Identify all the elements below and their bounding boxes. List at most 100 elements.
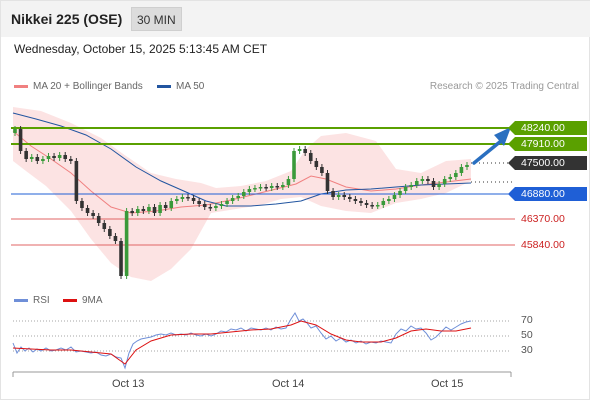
candle-body (437, 184, 441, 187)
candle-body (264, 187, 268, 189)
candle-body (303, 149, 307, 153)
rsi-tick-50: 50 (521, 329, 533, 341)
candle-body (96, 216, 101, 223)
candle-body (281, 185, 285, 187)
rsi-tick-30: 30 (521, 344, 533, 356)
candle-body (147, 207, 151, 211)
candle-body (57, 155, 62, 158)
candle-body (364, 203, 369, 205)
candle-body (113, 236, 118, 241)
rsi-label: RSI (33, 295, 50, 306)
date-label-oct15: Oct 15 (431, 378, 464, 390)
candle-body (85, 208, 90, 213)
candle-body (208, 207, 213, 209)
candle-body (130, 211, 134, 213)
candle-body (152, 207, 157, 213)
candle-body (275, 186, 280, 188)
rsi-legend: RSI (14, 295, 50, 306)
rsi-line (12, 312, 472, 370)
candle-body (308, 153, 313, 161)
candle-body (18, 129, 23, 151)
resistance-1-tag: 47910.00 (508, 137, 587, 151)
candle-body (225, 201, 229, 204)
candle-body (13, 129, 17, 133)
candle-body (63, 155, 68, 159)
candle-body (29, 157, 34, 159)
candle-body (459, 167, 464, 173)
candle-body (247, 189, 252, 192)
candle-body (186, 197, 190, 199)
candle-body (353, 199, 358, 201)
candle-body (292, 151, 296, 179)
candle-body (331, 191, 335, 197)
candle-body (102, 223, 107, 229)
candle-body (80, 201, 84, 208)
candle-body (35, 157, 40, 161)
candle-body (286, 179, 291, 185)
candle-body (141, 209, 146, 211)
candle-body (91, 213, 95, 216)
candle-body (320, 167, 324, 173)
candle-body (191, 198, 196, 201)
date-label-oct14: Oct 14 (272, 378, 305, 390)
candle-body (163, 205, 168, 208)
candle-body (180, 197, 185, 199)
candle-body (197, 201, 201, 204)
date-label-oct13: Oct 13 (112, 378, 145, 390)
candle-body (420, 179, 425, 181)
candle-body (236, 196, 241, 198)
candle-body (448, 177, 453, 179)
rsi-swatch (14, 299, 28, 302)
candle-body (442, 179, 447, 184)
candle-body (387, 199, 391, 201)
candle-body (297, 149, 302, 151)
last-price-tag: 47500.00 (508, 156, 587, 170)
candle-body (431, 181, 436, 187)
candle-body (398, 191, 402, 195)
candle-body (119, 241, 123, 276)
candle-body (230, 198, 235, 201)
candle-body (46, 156, 51, 159)
candle-body (465, 165, 469, 167)
candle-body (258, 187, 263, 189)
candle-body (158, 205, 162, 213)
candle-body (348, 197, 352, 199)
candle-body (359, 201, 363, 203)
candle-body (414, 181, 419, 185)
chart-widget: Nikkei 225 (OSE) 30 MIN Wednesday, Octob… (0, 0, 590, 400)
rsi-ma-line (12, 320, 472, 365)
candle-body (342, 195, 347, 197)
rsi-tick-70: 70 (521, 314, 533, 326)
candle-body (219, 204, 224, 206)
price-chart (11, 107, 515, 377)
rsi-ma-legend: 9MA (63, 295, 103, 306)
candle-body (314, 161, 319, 167)
candle-body (336, 195, 341, 197)
candle-body (325, 173, 330, 191)
candle-body (169, 201, 174, 208)
candle-body (202, 204, 207, 207)
rsi-ma-label: 9MA (82, 295, 103, 306)
candle-body (269, 186, 274, 188)
resistance-2-tag: 48240.00 (508, 121, 587, 135)
candle-body (74, 161, 79, 201)
candle-body (52, 156, 56, 158)
rsi-ma-swatch (63, 299, 77, 302)
support-2-label: 45840.00 (521, 239, 565, 251)
candle-body (135, 209, 140, 213)
candle-body (108, 229, 112, 236)
candle-body (409, 185, 413, 187)
candle-body (253, 188, 257, 190)
candle-body (381, 201, 386, 205)
candle-body (69, 159, 73, 161)
candle-body (241, 192, 246, 196)
candle-body (403, 187, 408, 191)
candle-body (426, 179, 430, 181)
candle-body (454, 173, 458, 177)
candle-body (24, 151, 28, 159)
pivot-tag: 46880.00 (508, 187, 587, 201)
candle-body (41, 159, 45, 161)
candle-body (370, 205, 374, 207)
candle-body (175, 199, 179, 201)
candle-body (392, 195, 397, 199)
